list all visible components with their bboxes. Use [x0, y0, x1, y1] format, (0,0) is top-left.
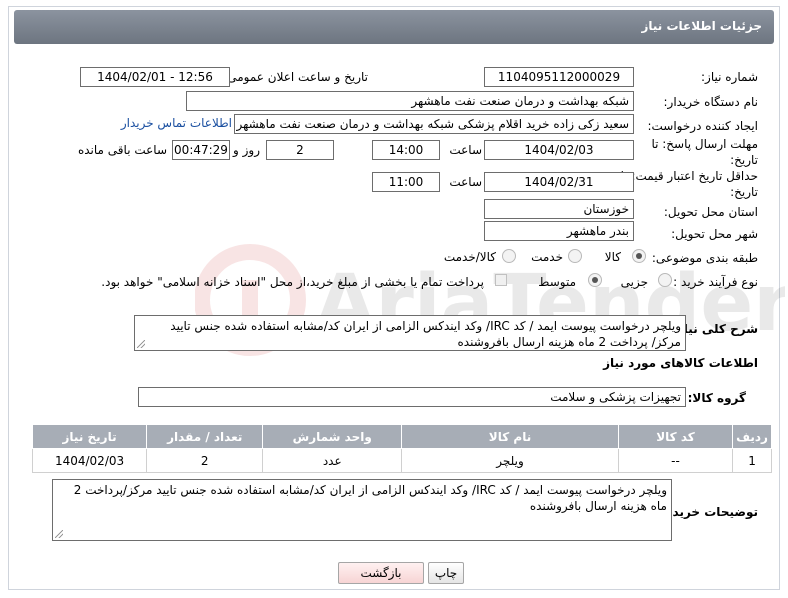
cell-row: 1 — [732, 448, 772, 473]
reply-time-field[interactable]: 14:00 — [372, 140, 440, 160]
page-title: جزئیات اطلاعات نیاز — [641, 19, 762, 33]
goods-section-title: اطلاعات کالاهای مورد نیاز — [603, 356, 758, 370]
process-option-medium: متوسط — [538, 275, 576, 289]
col-qty: تعداد / مقدار — [146, 424, 264, 449]
cell-name: ویلچر — [401, 448, 619, 473]
category-option-goods-service: کالا/خدمت — [443, 250, 496, 264]
reply-date-field[interactable]: 1404/02/03 — [484, 140, 634, 160]
category-label: طبقه بندی موضوعی: — [651, 251, 758, 265]
col-unit: واحد شمارش — [262, 424, 403, 449]
goods-table-header: ردیف کد کالا نام کالا واحد شمارش تعداد /… — [31, 424, 772, 449]
cell-unit: عدد — [262, 448, 403, 473]
buyer-org-label: نام دستگاه خریدار: — [663, 95, 759, 109]
price-deadline-label: حداقل تاریخ اعتبار قیمت: تا تاریخ: — [620, 169, 758, 199]
cell-date: 1404/02/03 — [31, 448, 148, 473]
print-button[interactable]: چاپ — [428, 562, 464, 584]
category-radio-goods[interactable] — [632, 249, 646, 263]
days-field[interactable]: 2 — [266, 140, 334, 160]
resize-grip-icon[interactable] — [55, 530, 63, 538]
price-time-label: ساعت — [449, 175, 482, 189]
category-radio-goods-service[interactable] — [502, 249, 516, 263]
payment-checkbox[interactable] — [495, 274, 507, 286]
description-field[interactable]: ویلچر درخواست پیوست ایمد / کد IRC/ وکد ا… — [134, 315, 686, 351]
description-text: ویلچر درخواست پیوست ایمد / کد IRC/ وکد ا… — [170, 319, 681, 349]
process-option-minor: جزیی — [620, 275, 648, 289]
announce-field[interactable]: 1404/02/01 - 12:56 — [80, 67, 230, 87]
category-option-service: خدمت — [531, 250, 563, 264]
price-time-field[interactable]: 11:00 — [372, 172, 440, 192]
buyer-notes-field[interactable]: ویلچر درخواست پیوست ایمد / کد IRC/ وکد ا… — [52, 479, 672, 541]
back-button[interactable]: بازگشت — [338, 562, 424, 584]
goods-group-label: گروه کالا: — [687, 391, 746, 405]
reply-time-label: ساعت — [449, 143, 482, 157]
process-radio-minor[interactable] — [658, 273, 672, 287]
category-radio-service[interactable] — [568, 249, 582, 263]
requester-label: ایجاد کننده درخواست: — [647, 119, 758, 133]
process-radio-medium[interactable] — [588, 273, 602, 287]
buyer-org-field[interactable]: شبکه بهداشت و درمان صنعت نفت ماهشهر — [186, 91, 634, 111]
process-label: نوع فرآیند خرید : — [673, 275, 758, 289]
city-field[interactable]: بندر ماهشهر — [484, 221, 634, 241]
goods-table: ردیف کد کالا نام کالا واحد شمارش تعداد /… — [31, 424, 772, 473]
need-number-label: شماره نیاز: — [701, 70, 758, 84]
col-date: تاریخ نیاز — [31, 424, 148, 449]
cell-code: -- — [617, 448, 734, 473]
buyer-notes-text: ویلچر درخواست پیوست ایمد / کد IRC/ وکد ا… — [73, 483, 667, 513]
category-option-goods: کالا — [604, 250, 621, 264]
goods-group-field[interactable]: تجهیزات پزشکی و سلامت — [138, 387, 686, 407]
page-header: جزئیات اطلاعات نیاز — [14, 10, 774, 44]
remaining-time-field[interactable]: 00:47:29 — [172, 140, 230, 160]
cell-qty: 2 — [146, 448, 264, 473]
contact-buyer-link[interactable]: اطلاعات تماس خریدار — [121, 116, 232, 130]
payment-note: پرداخت تمام یا بخشی از مبلغ خرید،از محل … — [101, 275, 484, 289]
price-date-field[interactable]: 1404/02/31 — [484, 172, 634, 192]
province-label: استان محل تحویل: — [663, 205, 758, 219]
resize-grip-icon[interactable] — [137, 340, 145, 348]
city-label: شهر محل تحویل: — [671, 227, 758, 241]
col-name: نام کالا — [401, 424, 619, 449]
announce-label: تاریخ و ساعت اعلان عمومی: — [223, 70, 368, 84]
requester-field[interactable]: سعید زکی زاده خرید اقلام پزشکی شبکه بهدا… — [234, 114, 634, 134]
table-row[interactable]: 1 -- ویلچر عدد 2 1404/02/03 — [31, 448, 772, 473]
need-number-field[interactable]: 1104095112000029 — [484, 67, 634, 87]
col-code: کد کالا — [617, 424, 734, 449]
remaining-label: ساعت باقی مانده — [77, 143, 167, 157]
days-label: روز و — [233, 143, 260, 157]
reply-deadline-label: مهلت ارسال پاسخ: تا تاریخ: — [651, 137, 758, 167]
province-field[interactable]: خوزستان — [484, 199, 634, 219]
col-row: ردیف — [732, 424, 772, 449]
